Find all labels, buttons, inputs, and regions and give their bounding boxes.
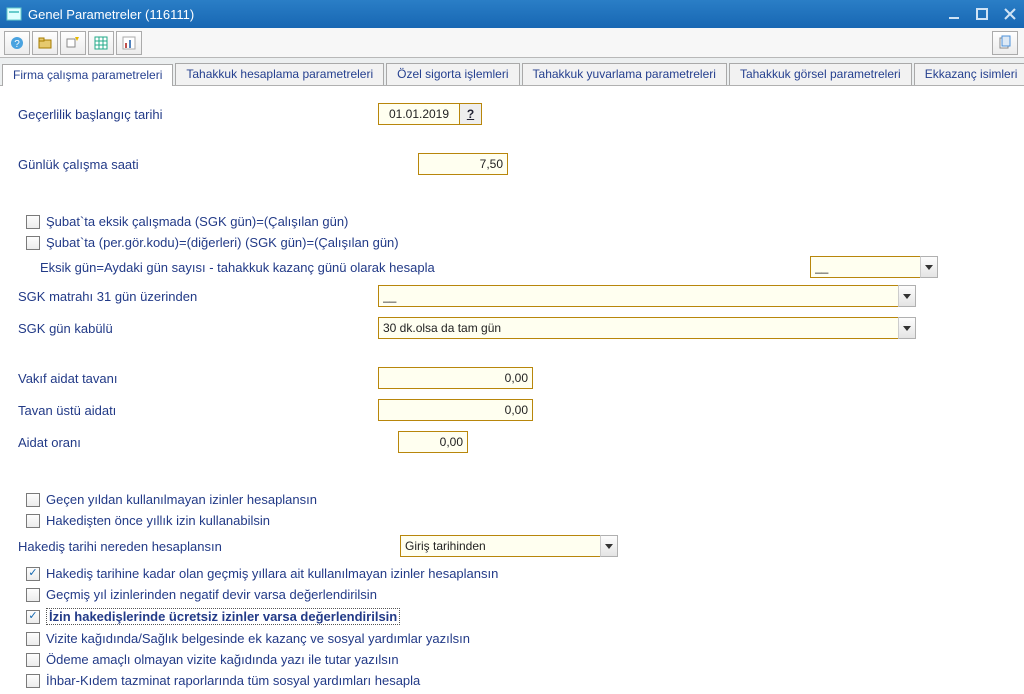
tab-label: Ekkazanç isimleri (925, 67, 1018, 81)
tab-label: Tahakkuk hesaplama parametreleri (186, 67, 373, 81)
tab-ekkazanc-isimleri[interactable]: Ekkazanç isimleri (914, 63, 1024, 85)
dropdown-arrow-icon (898, 285, 916, 307)
help-icon[interactable]: ? (4, 31, 30, 55)
dropdown-arrow-icon (600, 535, 618, 557)
svg-text:?: ? (14, 39, 20, 50)
feb-per-label: Şubat`ta (per.gör.kodu)=(diğerleri) (SGK… (46, 235, 399, 250)
hakedisten-once-checkbox[interactable] (26, 514, 40, 528)
gecmis-yil-negatif-checkbox[interactable] (26, 588, 40, 602)
daily-hours-input[interactable] (418, 153, 508, 175)
gecen-yil-izin-label: Geçen yıldan kullanılmayan izinler hesap… (46, 492, 317, 507)
hakedis-tarihi-input[interactable] (400, 535, 600, 557)
app-icon (6, 6, 22, 22)
window-title: Genel Parametreler (116111) (28, 7, 946, 22)
feb-sgk-checkbox[interactable] (26, 215, 40, 229)
tab-label: Özel sigorta işlemleri (397, 67, 508, 81)
copy-icon[interactable] (992, 31, 1018, 55)
toolbar: ? (0, 28, 1024, 58)
vakif-aidat-input[interactable] (378, 367, 533, 389)
tab-ozel-sigorta[interactable]: Özel sigorta işlemleri (386, 63, 519, 85)
feb-per-checkbox[interactable] (26, 236, 40, 250)
aidat-oran-label: Aidat oranı (18, 435, 398, 450)
search-spark-icon[interactable] (60, 31, 86, 55)
date-pick-button[interactable]: ? (459, 104, 481, 124)
eksik-gun-dropdown[interactable] (810, 256, 938, 278)
tab-tahakkuk-gorsel[interactable]: Tahakkuk görsel parametreleri (729, 63, 912, 85)
odeme-amacli-label: Ödeme amaçlı olmayan vizite kağıdında ya… (46, 652, 399, 667)
titlebar: Genel Parametreler (116111) (0, 0, 1024, 28)
dropdown-arrow-icon (920, 256, 938, 278)
validity-date-input[interactable] (379, 104, 459, 124)
tab-firma-calisma[interactable]: Firma çalışma parametreleri (2, 64, 173, 86)
vizite-kagidi-checkbox[interactable] (26, 632, 40, 646)
question-icon: ? (467, 107, 474, 121)
sgk-matrah-dropdown[interactable] (378, 285, 916, 307)
folder-icon[interactable] (32, 31, 58, 55)
vakif-aidat-label: Vakıf aidat tavanı (18, 371, 378, 386)
hakedis-tarihi-label: Hakediş tarihi nereden hesaplansın (8, 539, 400, 554)
gecmis-yil-negatif-label: Geçmiş yıl izinlerinden negatif devir va… (46, 587, 377, 602)
tab-tahakkuk-yuvarlama[interactable]: Tahakkuk yuvarlama parametreleri (522, 63, 727, 85)
izin-hakedis-ucretsiz-checkbox[interactable] (26, 610, 40, 624)
sgk-gun-input[interactable] (378, 317, 898, 339)
tavan-ustu-input[interactable] (378, 399, 533, 421)
sgk-gun-label: SGK gün kabülü (18, 321, 378, 336)
validity-date-label: Geçerlilik başlangıç tarihi (18, 107, 378, 122)
tab-label: Tahakkuk görsel parametreleri (740, 67, 901, 81)
tab-tahakkuk-hesaplama[interactable]: Tahakkuk hesaplama parametreleri (175, 63, 384, 85)
izin-hakedis-ucretsiz-label: İzin hakedişlerinde ücretsiz izinler var… (46, 608, 400, 625)
tab-label: Tahakkuk yuvarlama parametreleri (533, 67, 716, 81)
odeme-amacli-checkbox[interactable] (26, 653, 40, 667)
minimize-button[interactable] (946, 6, 962, 22)
sgk-matrah-label: SGK matrahı 31 gün üzerinden (18, 289, 378, 304)
hakedisten-once-label: Hakedişten önce yıllık izin kullanabilsi… (46, 513, 270, 528)
hakedis-tarihine-kadar-checkbox[interactable] (26, 567, 40, 581)
ihbar-kidem-label: İhbar-Kıdem tazminat raporlarında tüm so… (46, 673, 420, 688)
hakedis-tarihine-kadar-label: Hakediş tarihine kadar olan geçmiş yılla… (46, 566, 498, 581)
ihbar-kidem-checkbox[interactable] (26, 674, 40, 688)
dropdown-arrow-icon (898, 317, 916, 339)
eksik-gun-input[interactable] (810, 256, 920, 278)
sgk-matrah-input[interactable] (378, 285, 898, 307)
gecen-yil-izin-checkbox[interactable] (26, 493, 40, 507)
chart-icon[interactable] (116, 31, 142, 55)
validity-date-input-wrap: ? (378, 103, 482, 125)
tavan-ustu-label: Tavan üstü aidatı (18, 403, 378, 418)
close-button[interactable] (1002, 6, 1018, 22)
aidat-oran-input[interactable] (398, 431, 468, 453)
window-controls (946, 6, 1018, 22)
grid-icon[interactable] (88, 31, 114, 55)
daily-hours-label: Günlük çalışma saati (18, 157, 418, 172)
hakedis-tarihi-dropdown[interactable] (400, 535, 618, 557)
tabstrip: Firma çalışma parametreleri Tahakkuk hes… (0, 58, 1024, 86)
tab-label: Firma çalışma parametreleri (13, 68, 162, 82)
eksik-gun-label: Eksik gün=Aydaki gün sayısı - tahakkuk k… (40, 260, 810, 275)
maximize-button[interactable] (974, 6, 990, 22)
vizite-kagidi-label: Vizite kağıdında/Sağlık belgesinde ek ka… (46, 631, 470, 646)
feb-sgk-label: Şubat`ta eksik çalışmada (SGK gün)=(Çalı… (46, 214, 348, 229)
tab-content: Geçerlilik başlangıç tarihi ? Günlük çal… (0, 86, 1024, 688)
sgk-gun-dropdown[interactable] (378, 317, 916, 339)
